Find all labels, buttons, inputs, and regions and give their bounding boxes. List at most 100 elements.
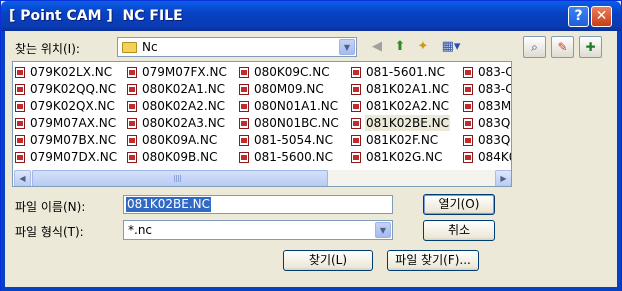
window-frame-right: [617, 31, 621, 291]
info-button[interactable]: ✚: [579, 36, 602, 58]
file-item-label: 081K02G.NC: [366, 150, 443, 164]
title-bar[interactable]: [ Point CAM ] NC FILE ? ✕: [1, 1, 621, 31]
file-item-label: 080K09A.NC: [142, 133, 218, 147]
file-item-label: 080K02A1.NC: [142, 82, 226, 96]
file-item-label: 083MI: [478, 99, 512, 113]
nc-file-icon: [15, 118, 25, 129]
file-item-label: 084K0: [478, 150, 511, 164]
file-item-label: 080K09C.NC: [254, 65, 330, 79]
nc-file-icon: [463, 67, 473, 78]
back-arrow-icon[interactable]: ◀: [367, 37, 387, 57]
nc-file-icon: [15, 67, 25, 78]
file-item-label: 080K02A3.NC: [142, 116, 226, 130]
open-button[interactable]: 열기(O): [423, 194, 495, 215]
chevron-down-icon[interactable]: ▼: [339, 39, 355, 55]
file-item-label: 080K09B.NC: [142, 150, 218, 164]
file-item-label: 080N01BC.NC: [254, 116, 339, 130]
nc-file-icon: [15, 152, 25, 163]
file-item-label: 079K02QX.NC: [30, 99, 115, 113]
file-item-label: 081-5601.NC: [366, 65, 445, 79]
file-item-label: 081-5600.NC: [254, 150, 333, 164]
file-item-label: 081K02A2.NC: [366, 99, 450, 113]
file-list[interactable]: 079K02LX.NC 079K02QQ.NC 079K02QX.NC 079M07A…: [12, 61, 512, 187]
find-button[interactable]: 찾기(L): [283, 250, 373, 271]
nc-file-icon: [127, 135, 137, 146]
nc-file-icon: [127, 118, 137, 129]
nc-file-icon: [351, 135, 361, 146]
new-folder-icon[interactable]: ✦: [413, 37, 433, 57]
file-item-label: 079M07DX.NC: [30, 150, 118, 164]
file-list-columns: 079K02LX.NC 079K02QQ.NC 079K02QX.NC 079M07A…: [14, 63, 512, 169]
file-item-label: 083Q0: [478, 116, 511, 130]
file-item-label: 080K02A2.NC: [142, 99, 226, 113]
help-button[interactable]: ?: [568, 6, 589, 27]
open-file-dialog: [ Point CAM ] NC FILE ? ✕ 찾는 위치(I): Nc ▼…: [0, 0, 622, 291]
file-item-label: 080N01A1.NC: [254, 99, 339, 113]
file-item-label: 081K02F.NC: [366, 133, 439, 147]
nc-file-icon: [239, 67, 249, 78]
file-name-label: 파일 이름(N):: [15, 200, 86, 214]
window-frame-bottom: [1, 287, 621, 291]
scroll-left-button[interactable]: ◀: [14, 170, 31, 186]
file-item-label: 079M07FX.NC: [142, 65, 227, 79]
nc-file-icon: [127, 152, 137, 163]
file-item-label: 081K02BE.NC: [365, 115, 451, 131]
settings-icon: ✎: [557, 40, 568, 54]
nc-file-icon: [15, 101, 25, 112]
file-item-label: 079M07AX.NC: [30, 116, 117, 130]
file-type-value: *.nc: [128, 223, 153, 237]
file-item-label: 079K02LX.NC: [30, 65, 113, 79]
nc-file-icon: [239, 135, 249, 146]
file-item-label: 081K02A1.NC: [366, 82, 450, 96]
look-in-label: 찾는 위치(I):: [15, 42, 80, 56]
nc-file-icon: [351, 118, 361, 129]
file-item-label: 083Q0: [478, 133, 511, 147]
nc-file-icon: [463, 118, 473, 129]
preview-icon: ⌕: [531, 40, 538, 54]
nc-file-icon: [351, 101, 361, 112]
nc-file-icon: [239, 152, 249, 163]
info-icon: ✚: [585, 40, 596, 54]
file-type-dropdown[interactable]: *.nc ▼: [123, 220, 393, 240]
file-name-value: 081K02BE.NC: [126, 197, 212, 212]
nc-file-icon: [15, 84, 25, 95]
look-in-dropdown[interactable]: Nc ▼: [117, 37, 357, 57]
window-frame-left: [1, 31, 5, 291]
nc-file-icon: [239, 84, 249, 95]
nc-file-icon: [463, 152, 473, 163]
nc-file-icon: [463, 101, 473, 112]
scroll-right-button[interactable]: ▶: [495, 170, 511, 186]
look-in-value: Nc: [142, 40, 158, 54]
up-folder-icon[interactable]: ⬆: [390, 37, 410, 57]
preview-button[interactable]: ⌕: [523, 36, 546, 58]
grip-icon: [174, 175, 182, 182]
nc-file-icon: [463, 135, 473, 146]
nc-file-icon: [351, 67, 361, 78]
view-menu-icon[interactable]: ▦▾: [437, 37, 465, 57]
nc-file-icon: [351, 152, 361, 163]
nc-file-icon: [463, 84, 473, 95]
nc-file-icon: [127, 84, 137, 95]
nc-file-icon: [239, 118, 249, 129]
folder-icon: [122, 42, 137, 53]
scroll-thumb[interactable]: [32, 170, 328, 186]
nc-file-icon: [127, 101, 137, 112]
nc-file-icon: [15, 135, 25, 146]
settings-button[interactable]: ✎: [551, 36, 574, 58]
window-title: [ Point CAM ] NC FILE: [9, 8, 183, 24]
file-item-label: 080M09.NC: [254, 82, 324, 96]
file-type-label: 파일 형식(T):: [15, 225, 84, 239]
horizontal-scrollbar[interactable]: ◀ ▶: [14, 170, 511, 186]
nc-file-icon: [239, 101, 249, 112]
file-item-label: 079M07BX.NC: [30, 133, 117, 147]
close-button[interactable]: ✕: [591, 6, 612, 27]
find-file-button[interactable]: 파일 찾기(F)...: [387, 250, 479, 271]
file-name-input[interactable]: 081K02BE.NC: [123, 195, 393, 214]
nc-file-icon: [127, 67, 137, 78]
file-item-label: 081-5054.NC: [254, 133, 333, 147]
chevron-down-icon[interactable]: ▼: [375, 222, 391, 238]
file-item-label: 079K02QQ.NC: [30, 82, 117, 96]
file-item-label: 083-C: [478, 82, 512, 96]
cancel-button[interactable]: 취소: [423, 220, 495, 241]
nc-file-icon: [351, 84, 361, 95]
